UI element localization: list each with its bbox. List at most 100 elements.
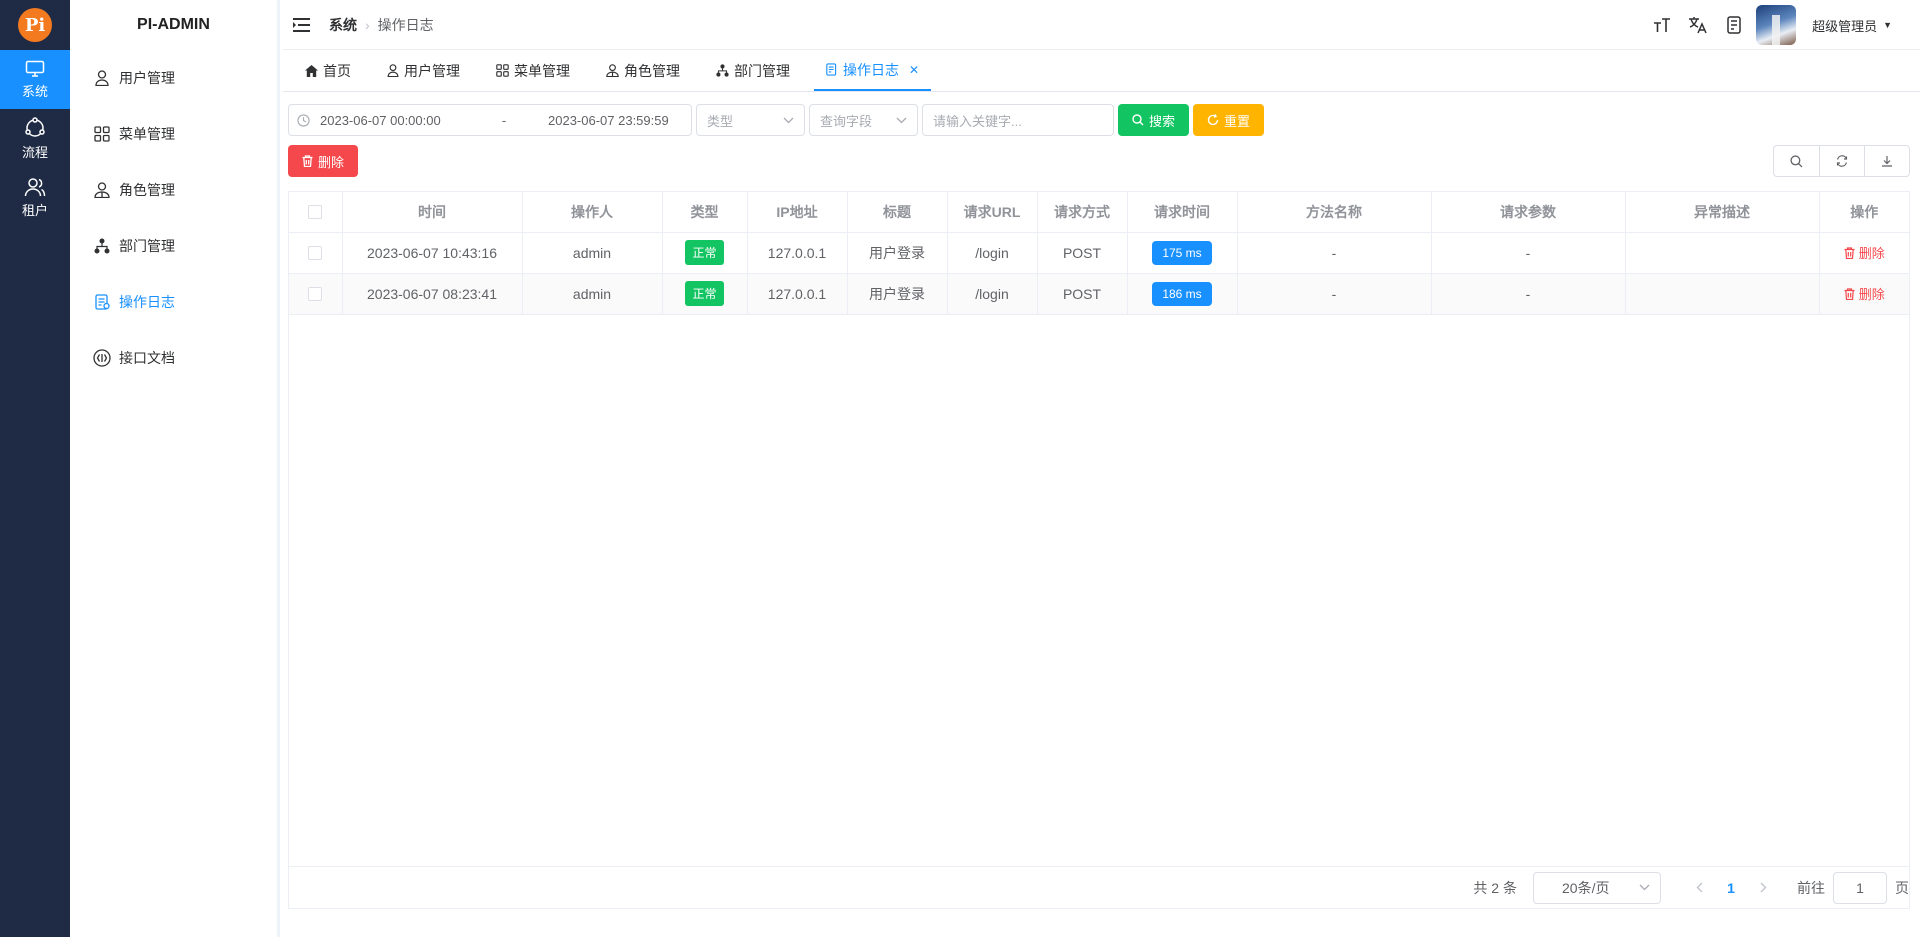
date-range-picker[interactable]: 2023-06-07 00:00:00 - 2023-06-07 23:59:5… xyxy=(288,104,692,136)
header-actions: 超级管理员 ▼ xyxy=(1644,0,1892,50)
chevron-right-icon xyxy=(1760,882,1767,893)
chevron-left-icon xyxy=(1696,882,1703,893)
date-end-input[interactable]: 2023-06-07 23:59:59 xyxy=(548,113,669,128)
sidebar-item-menus[interactable]: 菜单管理 xyxy=(70,106,277,162)
cell-method: POST xyxy=(1037,273,1128,315)
user-icon xyxy=(387,64,399,77)
row-checkbox[interactable] xyxy=(308,245,323,260)
user-menu[interactable]: 超级管理员 ▼ xyxy=(1812,16,1892,35)
breadcrumb-separator: › xyxy=(365,16,370,33)
rail-item-system[interactable]: 系统 xyxy=(0,50,70,109)
tab-operation-log[interactable]: 操作日志 ✕ xyxy=(814,50,932,91)
sidebar-item-users[interactable]: 用户管理 xyxy=(70,50,277,106)
sidebar-item-label: 操作日志 xyxy=(119,294,175,310)
column-header[interactable]: 操作人 xyxy=(522,192,663,233)
tab-label: 角色管理 xyxy=(624,62,680,79)
table-toolbar xyxy=(1773,145,1910,177)
search-icon xyxy=(1790,154,1803,168)
breadcrumb-item[interactable]: 系统 xyxy=(329,15,357,35)
column-header[interactable]: 请求时间 xyxy=(1127,192,1238,233)
workflow-icon xyxy=(24,116,46,139)
rail-item-workflow[interactable]: 流程 xyxy=(0,109,70,168)
rail-item-label: 系统 xyxy=(21,83,48,99)
row-delete-button[interactable]: 删除 xyxy=(1844,243,1885,262)
reset-button[interactable]: 重置 xyxy=(1193,104,1265,136)
column-header[interactable]: 请求方式 xyxy=(1037,192,1128,233)
avatar[interactable] xyxy=(1756,5,1797,45)
pagination-total: 共 2 条 xyxy=(1473,879,1517,896)
font-size-icon[interactable] xyxy=(1644,7,1680,43)
column-header[interactable]: 方法名称 xyxy=(1237,192,1432,233)
row-checkbox[interactable] xyxy=(308,286,323,301)
bulk-delete-label: 删除 xyxy=(318,154,345,170)
app-logo[interactable]: Pi xyxy=(0,0,70,50)
role-icon xyxy=(93,182,111,198)
sidebar-item-label: 接口文档 xyxy=(119,350,175,366)
sidebar-item-roles[interactable]: 角色管理 xyxy=(70,162,277,218)
table-header-row: 时间 操作人 类型 IP地址 标题 请求URL 请求方式 请求时间 方法名称 请… xyxy=(289,192,1909,233)
monitor-icon xyxy=(25,60,45,78)
column-header[interactable]: IP地址 xyxy=(747,192,848,233)
column-header[interactable]: 请求参数 xyxy=(1431,192,1626,233)
prev-page-button[interactable] xyxy=(1683,872,1715,904)
select-all-checkbox[interactable] xyxy=(308,204,323,219)
sidebar-item-departments[interactable]: 部门管理 xyxy=(70,218,277,274)
toggle-search-button[interactable] xyxy=(1774,146,1819,176)
document-icon[interactable] xyxy=(1716,7,1752,43)
log-icon xyxy=(93,294,111,310)
sidebar-item-api-docs[interactable]: 接口文档 xyxy=(70,330,277,386)
home-icon xyxy=(305,64,318,77)
page-number[interactable]: 1 xyxy=(1715,872,1747,904)
next-page-button[interactable] xyxy=(1747,872,1779,904)
rail-item-tenant[interactable]: 租户 xyxy=(0,168,70,227)
page-size-value: 20条/页 xyxy=(1562,879,1610,896)
sidebar-item-label: 用户管理 xyxy=(119,70,175,86)
cell-method: POST xyxy=(1037,232,1128,274)
date-start-input[interactable]: 2023-06-07 00:00:00 xyxy=(320,113,480,128)
row-delete-label: 删除 xyxy=(1858,287,1885,302)
column-header[interactable]: 时间 xyxy=(342,192,523,233)
app-rail: Pi 系统 流程 租户 xyxy=(0,0,70,937)
collapse-menu-icon[interactable] xyxy=(291,15,311,35)
sidebar-item-operation-log[interactable]: 操作日志 xyxy=(70,274,277,330)
sidebar-item-label: 部门管理 xyxy=(119,238,175,254)
cell-time: 2023-06-07 08:23:41 xyxy=(342,273,523,315)
chevron-down-icon xyxy=(896,117,907,124)
search-button[interactable]: 搜索 xyxy=(1118,104,1190,136)
table-row[interactable]: 2023-06-07 08:23:41 admin 正常 127.0.0.1 用… xyxy=(289,273,1909,315)
tab-roles[interactable]: 角色管理 xyxy=(594,50,692,91)
tab-home[interactable]: 首页 xyxy=(293,50,363,91)
column-header: 操作 xyxy=(1819,192,1909,233)
column-header[interactable]: 标题 xyxy=(847,192,948,233)
status-badge: 正常 xyxy=(685,281,724,306)
bulk-delete-button[interactable]: 删除 xyxy=(288,145,359,177)
field-select[interactable]: 查询字段 xyxy=(809,104,918,136)
search-icon xyxy=(1132,114,1144,126)
tab-bar: 首页 用户管理 菜单管理 角色管理 部门管理 操作日志 ✕ xyxy=(283,50,1920,92)
column-header[interactable]: 请求URL xyxy=(947,192,1038,233)
export-button[interactable] xyxy=(1864,146,1909,176)
type-select[interactable]: 类型 xyxy=(696,104,805,136)
goto-page-input[interactable]: 1 xyxy=(1833,871,1887,904)
top-header: 系统 › 操作日志 超级管理员 ▼ xyxy=(283,0,1920,50)
select-all-cell xyxy=(289,192,343,233)
brand-title: PI-ADMIN xyxy=(137,16,210,33)
table-row[interactable]: 2023-06-07 10:43:16 admin 正常 127.0.0.1 用… xyxy=(289,232,1909,274)
tab-departments[interactable]: 部门管理 xyxy=(704,50,802,91)
translate-icon[interactable] xyxy=(1680,7,1716,43)
rail-item-label: 租户 xyxy=(21,202,48,218)
user-name: 超级管理员 xyxy=(1812,18,1878,34)
refresh-icon xyxy=(1836,155,1848,167)
reset-button-label: 重置 xyxy=(1224,113,1251,129)
keyword-input[interactable]: 请输入关键字... xyxy=(922,104,1114,136)
page-size-select[interactable]: 20条/页 xyxy=(1533,871,1661,904)
column-header[interactable]: 异常描述 xyxy=(1625,192,1820,233)
tab-users[interactable]: 用户管理 xyxy=(375,50,472,91)
column-header[interactable]: 类型 xyxy=(662,192,748,233)
row-delete-button[interactable]: 删除 xyxy=(1844,284,1885,303)
sidebar-item-label: 菜单管理 xyxy=(119,126,175,142)
close-icon[interactable]: ✕ xyxy=(909,63,919,77)
cell-operator: admin xyxy=(522,273,663,315)
refresh-button[interactable] xyxy=(1819,146,1864,176)
tab-menus[interactable]: 菜单管理 xyxy=(484,50,582,91)
